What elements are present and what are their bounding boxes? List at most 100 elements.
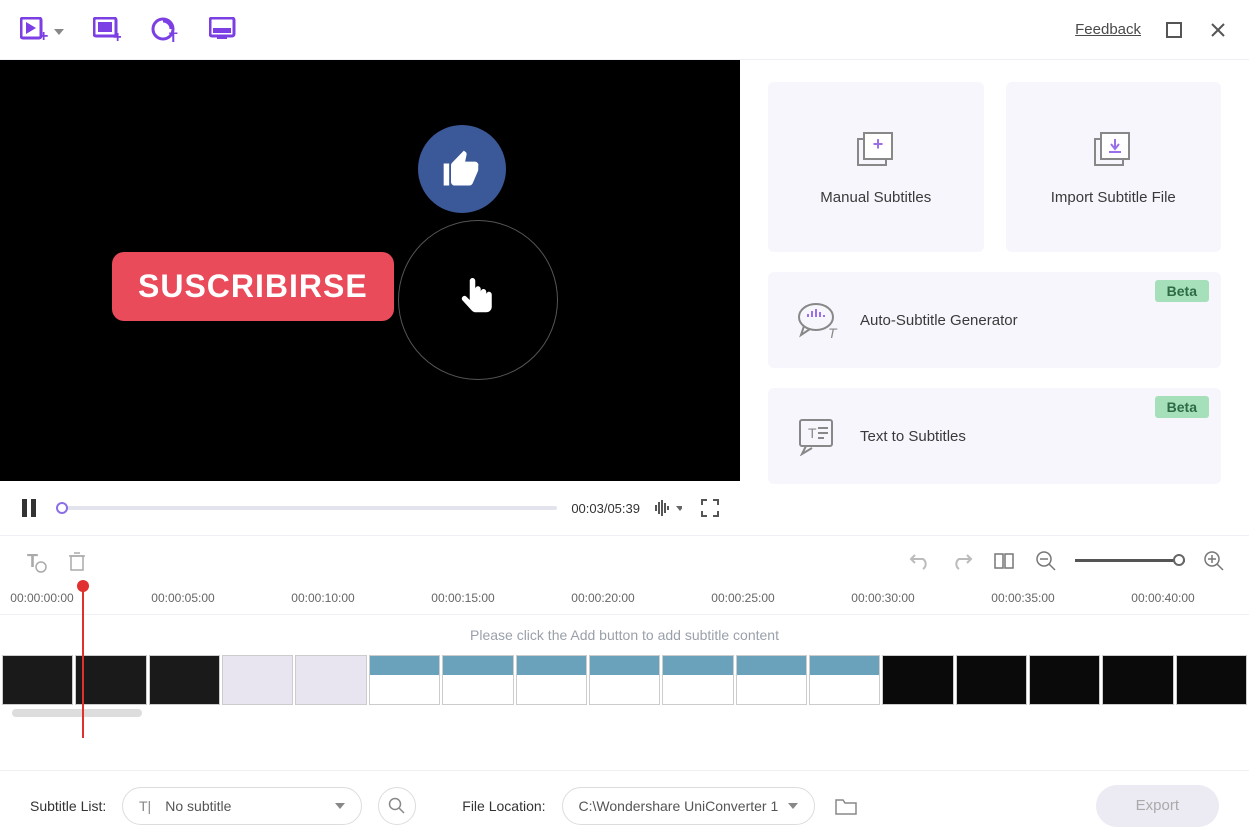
delete-button[interactable]	[64, 548, 90, 574]
toolbar-left-group: + + T	[20, 15, 238, 45]
cursor-overlay	[398, 220, 558, 380]
thumb	[589, 655, 660, 705]
sync-button[interactable]: T	[150, 15, 180, 45]
file-location-value: C:\Wondershare UniConverter 1	[579, 798, 779, 814]
svg-text:T: T	[808, 425, 817, 441]
thumb	[295, 655, 366, 705]
thumb	[956, 655, 1027, 705]
preview-panel: SUSCRIBIRSE 00:03/05:39	[0, 60, 740, 535]
pause-button[interactable]	[16, 495, 42, 521]
tick: 00:00:00:00	[10, 591, 73, 605]
zoom-out-button[interactable]	[1033, 548, 1059, 574]
split-button[interactable]	[991, 548, 1017, 574]
subtitle-list-value: No subtitle	[165, 798, 231, 814]
tick: 00:00:30:00	[851, 591, 914, 605]
undo-button[interactable]	[907, 548, 933, 574]
zoom-slider[interactable]	[1075, 559, 1185, 562]
file-location-select[interactable]: C:\Wondershare UniConverter 1	[562, 787, 816, 825]
tick: 00:00:40:00	[1131, 591, 1194, 605]
svg-text:T: T	[169, 29, 178, 43]
thumb	[736, 655, 807, 705]
chevron-down-icon	[788, 803, 798, 809]
import-subtitle-card[interactable]: Import Subtitle File	[1006, 82, 1222, 252]
chevron-down-icon	[335, 803, 345, 809]
main-area: SUSCRIBIRSE 00:03/05:39	[0, 60, 1249, 535]
thumb	[1176, 655, 1247, 705]
thumb	[149, 655, 220, 705]
thumb	[809, 655, 880, 705]
search-button[interactable]	[378, 787, 416, 825]
thumb	[442, 655, 513, 705]
thumb	[516, 655, 587, 705]
video-track[interactable]	[0, 655, 1249, 705]
seek-thumb[interactable]	[56, 502, 68, 514]
timeline-toolbar: T	[0, 535, 1249, 585]
svg-text:+: +	[113, 29, 121, 43]
manual-subtitles-label: Manual Subtitles	[820, 189, 931, 206]
thumb	[369, 655, 440, 705]
video-preview[interactable]: SUSCRIBIRSE	[0, 60, 740, 481]
subtitle-list-select[interactable]: T| No subtitle	[122, 787, 362, 825]
subtitle-track-placeholder: Please click the Add button to add subti…	[0, 615, 1249, 655]
like-icon	[418, 125, 506, 213]
svg-text:T|: T|	[139, 798, 151, 814]
top-cards-row: + Manual Subtitles Import Subtitle File	[768, 82, 1221, 252]
thumb	[882, 655, 953, 705]
close-button[interactable]	[1207, 19, 1229, 41]
beta-badge: Beta	[1155, 280, 1209, 302]
tick: 00:00:20:00	[571, 591, 634, 605]
thumb	[2, 655, 73, 705]
search-icon	[388, 797, 406, 815]
maximize-button[interactable]	[1163, 19, 1185, 41]
file-location-label: File Location:	[462, 798, 545, 814]
zoom-in-button[interactable]	[1201, 548, 1227, 574]
top-toolbar: + + T Feedback	[0, 0, 1249, 60]
export-button[interactable]: Export	[1096, 785, 1219, 827]
time-display: 00:03/05:39	[571, 501, 640, 516]
toolbar-right-group: Feedback	[1075, 19, 1229, 41]
open-folder-button[interactable]	[831, 791, 861, 821]
text-to-subtitles-label: Text to Subtitles	[860, 428, 966, 445]
text-style-button[interactable]: T	[22, 548, 48, 574]
text-icon: T|	[139, 798, 157, 814]
auto-subtitle-icon: T	[796, 299, 838, 341]
feedback-link[interactable]: Feedback	[1075, 21, 1141, 38]
thumb	[75, 655, 146, 705]
redo-button[interactable]	[949, 548, 975, 574]
timeline-scrollbar[interactable]	[0, 705, 1249, 725]
auto-subtitle-label: Auto-Subtitle Generator	[860, 312, 1018, 329]
svg-text:T: T	[828, 325, 838, 340]
auto-subtitle-card[interactable]: Beta T Auto-Subtitle Generator	[768, 272, 1221, 368]
folder-icon	[834, 796, 858, 816]
thumb	[1102, 655, 1173, 705]
fullscreen-button[interactable]	[696, 494, 724, 522]
tick: 00:00:25:00	[711, 591, 774, 605]
import-subtitle-icon	[1092, 129, 1134, 171]
tick: 00:00:15:00	[431, 591, 494, 605]
subtitle-tool-button[interactable]	[208, 15, 238, 45]
text-to-subtitles-icon: T	[796, 415, 838, 457]
import-subtitle-label: Import Subtitle File	[1051, 189, 1176, 206]
playhead[interactable]	[82, 588, 84, 738]
waveform-button[interactable]	[654, 494, 682, 522]
svg-text:+: +	[39, 28, 48, 43]
thumb	[1029, 655, 1100, 705]
manual-subtitles-icon: +	[855, 129, 897, 171]
seek-track[interactable]	[56, 506, 557, 510]
add-media-button[interactable]: +	[20, 15, 50, 45]
timeline-ruler[interactable]: 00:00:00:00 00:00:05:00 00:00:10:00 00:0…	[0, 585, 1249, 615]
tick: 00:00:05:00	[151, 591, 214, 605]
playback-bar: 00:03/05:39	[0, 481, 740, 535]
thumb	[222, 655, 293, 705]
thumb	[662, 655, 733, 705]
tick: 00:00:35:00	[991, 591, 1054, 605]
text-to-subtitles-card[interactable]: Beta T Text to Subtitles	[768, 388, 1221, 484]
side-panel: + Manual Subtitles Import Subtitle File …	[740, 60, 1249, 535]
svg-text:+: +	[872, 134, 883, 154]
zoom-thumb[interactable]	[1173, 554, 1185, 566]
subscribe-overlay: SUSCRIBIRSE	[112, 252, 394, 321]
beta-badge-2: Beta	[1155, 396, 1209, 418]
manual-subtitles-card[interactable]: + Manual Subtitles	[768, 82, 984, 252]
bottom-bar: Subtitle List: T| No subtitle File Locat…	[0, 770, 1249, 840]
add-clip-button[interactable]: +	[92, 15, 122, 45]
